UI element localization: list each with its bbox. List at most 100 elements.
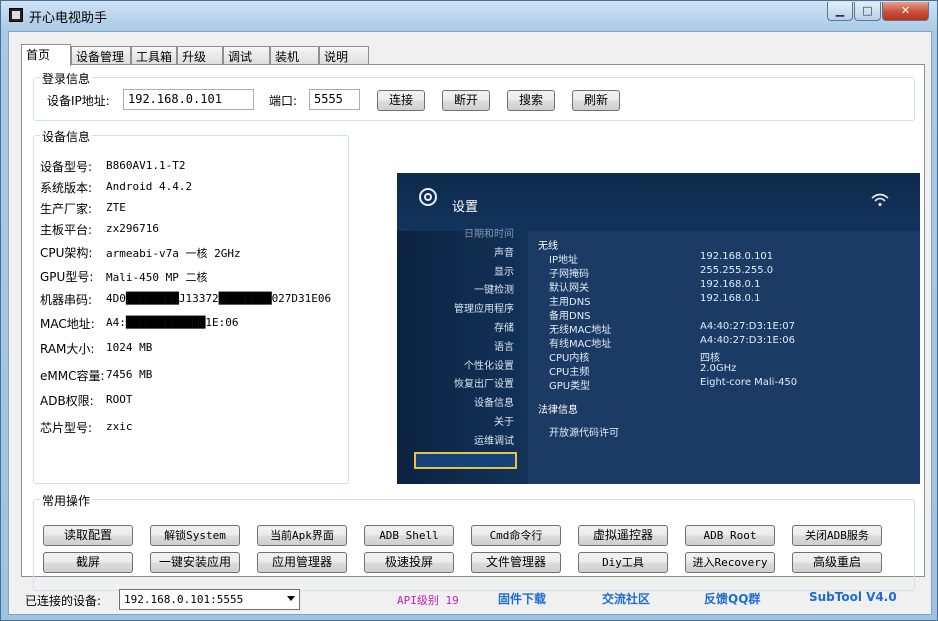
tv-info-value: 192.168.0.101 xyxy=(700,251,774,262)
tv-menu-item: 个性化设置 xyxy=(464,360,514,372)
tv-menu-item: 设备信息 xyxy=(474,398,514,410)
ip-input[interactable]: 192.168.0.101 xyxy=(123,89,254,110)
tv-info-key: 默认网关 xyxy=(549,283,589,294)
connected-label: 已连接的设备: xyxy=(25,594,102,608)
tab-toolbox[interactable]: 工具箱 xyxy=(131,46,177,65)
firmware-download-link[interactable]: 固件下载 xyxy=(498,590,546,607)
app-manager-button[interactable]: 应用管理器 xyxy=(257,552,347,573)
tv-info-value: 192.168.0.1 xyxy=(700,293,761,304)
tv-section-wireless: 无线 xyxy=(538,241,558,252)
tv-menu-item: 关于 xyxy=(494,417,514,428)
current-apk-button[interactable]: 当前Apk界面 xyxy=(257,525,347,546)
tv-open-source: 开放源代码许可 xyxy=(549,428,619,439)
device-info-value: Mali-450 MP 二核 xyxy=(106,271,208,284)
disconnect-button[interactable]: 断开 xyxy=(442,90,490,111)
tv-menu-item: 声音 xyxy=(494,247,514,259)
device-info-label: 生产厂家: xyxy=(40,202,93,216)
tv-info-key: GPU类型 xyxy=(549,381,591,392)
tab-help[interactable]: 说明 xyxy=(319,46,369,65)
tab-home[interactable]: 首页 xyxy=(21,44,71,66)
tv-info-panel: 无线 IP地址 192.168.0.101 子网掩码 255.255.255.0 默认网… xyxy=(528,231,920,484)
tv-menu-selection xyxy=(414,452,517,469)
tv-info-key: 主用DNS xyxy=(549,297,591,308)
community-link[interactable]: 交流社区 xyxy=(602,590,650,607)
device-info-label: 芯片型号: xyxy=(40,421,93,435)
file-manager-button[interactable]: 文件管理器 xyxy=(471,552,561,573)
virtual-remote-button[interactable]: 虚拟遥控器 xyxy=(578,525,668,546)
device-info-value: 7456 MB xyxy=(106,368,153,381)
device-info-title: 设备信息 xyxy=(40,128,93,145)
device-info-value: B860AV1.1-T2 xyxy=(106,159,186,172)
tv-menu-item: 存储 xyxy=(494,323,514,334)
unlock-system-button[interactable]: 解锁System xyxy=(150,525,240,546)
ip-label: 设备IP地址: xyxy=(47,94,110,108)
app-icon xyxy=(9,8,23,22)
device-info-label: RAM大小: xyxy=(40,342,95,356)
refresh-button[interactable]: 刷新 xyxy=(572,90,620,111)
tv-info-key: 子网掩码 xyxy=(549,269,589,280)
status-bar: 已连接的设备: 192.168.0.101:5555 API级别 19 固件下载… xyxy=(9,579,931,615)
connected-device-select[interactable]: 192.168.0.101:5555 xyxy=(119,589,300,610)
feedback-qq-link[interactable]: 反馈QQ群 xyxy=(704,590,760,607)
common-ops-title: 常用操作 xyxy=(40,492,93,509)
advanced-reboot-button[interactable]: 高级重启 xyxy=(792,552,882,573)
port-label: 端口: xyxy=(269,94,298,108)
tab-device-management[interactable]: 设备管理 xyxy=(71,46,131,65)
read-config-button[interactable]: 读取配置 xyxy=(43,525,133,546)
tab-debug[interactable]: 调试 xyxy=(223,46,270,65)
tv-title: 设置 xyxy=(452,200,479,215)
maximize-button[interactable]: □ xyxy=(854,2,881,21)
tv-menu: 日期和时间 声音 显示 一键检测 管理应用程序 存储 语言 个性化设置 恢复出厂设置 设备信息 关于… xyxy=(397,229,528,484)
client-area: 首页 设备管理 工具箱 升级 调试 装机 说明 登录信息 设备IP地址: 192… xyxy=(8,31,932,615)
tab-install[interactable]: 装机 xyxy=(270,46,319,65)
tab-upgrade[interactable]: 升级 xyxy=(177,46,223,65)
device-info-value: ROOT xyxy=(106,393,133,406)
version-label: SubTool V4.0 xyxy=(809,590,897,604)
search-button[interactable]: 搜索 xyxy=(507,90,555,111)
device-info-label: 系统版本: xyxy=(40,181,93,195)
minimize-button[interactable]: ▁ xyxy=(827,2,853,21)
device-info-label: 设备型号: xyxy=(40,160,93,174)
close-button[interactable]: ✕ xyxy=(882,2,929,21)
cmd-button[interactable]: Cmd命令行 xyxy=(471,525,561,546)
tv-info-key: CPU主频 xyxy=(549,367,590,378)
adb-shell-button[interactable]: ADB Shell xyxy=(364,525,454,546)
device-info-value: zxic xyxy=(106,420,133,433)
device-info-value: armeabi-v7a 一核 2GHz xyxy=(106,247,241,260)
login-group: 登录信息 设备IP地址: 192.168.0.101 端口: 5555 连接 断… xyxy=(33,70,915,121)
tv-menu-item: 语言 xyxy=(494,341,514,353)
device-info-value: ZTE xyxy=(106,201,126,214)
window-title: 开心电视助手 xyxy=(29,11,108,26)
device-info-value: 4D0████████J13372████████027D31E06 xyxy=(106,292,332,305)
tv-menu-item: 恢复出厂设置 xyxy=(454,379,514,391)
device-info-value: Android 4.4.2 xyxy=(106,180,193,193)
screenshot-button[interactable]: 截屏 xyxy=(43,552,133,573)
tv-info-key: 无线MAC地址 xyxy=(549,325,612,336)
fast-cast-button[interactable]: 极速投屏 xyxy=(364,552,454,573)
tv-info-value: A4:40:27:D3:1E:06 xyxy=(700,335,795,346)
diy-tools-button[interactable]: Diy工具 xyxy=(578,552,668,573)
tv-menu-item: 管理应用程序 xyxy=(454,304,514,316)
login-group-title: 登录信息 xyxy=(40,70,93,87)
title-bar[interactable]: 开心电视助手 ▁ □ ✕ xyxy=(1,1,937,29)
tv-info-key: CPU内核 xyxy=(549,353,590,364)
tv-menu-item: 一键检测 xyxy=(474,285,514,297)
device-info-label: eMMC容量: xyxy=(40,369,105,383)
connect-button[interactable]: 连接 xyxy=(377,90,425,111)
tv-menu-item: 运维调试 xyxy=(474,435,514,447)
tv-screenshot: 设置 日期和时间 声音 显示 一键检测 管理应用程序 存储 语言 个性化设置 恢复出厂设置 设备信… xyxy=(397,173,920,484)
tv-section-legal: 法律信息 xyxy=(538,405,578,416)
adb-root-button[interactable]: ADB Root xyxy=(685,525,775,546)
install-app-button[interactable]: 一键安装应用 xyxy=(150,552,240,573)
tv-info-value: A4:40:27:D3:1E:07 xyxy=(700,321,795,332)
tv-info-key: IP地址 xyxy=(549,255,578,266)
tv-info-key: 备用DNS xyxy=(549,311,591,322)
api-level: API级别 19 xyxy=(397,594,459,607)
wifi-icon xyxy=(871,193,889,207)
device-info-label: 机器串码: xyxy=(40,293,93,307)
tv-info-key: 有线MAC地址 xyxy=(549,339,612,350)
port-input[interactable]: 5555 xyxy=(309,89,360,110)
close-adb-button[interactable]: 关闭ADB服务 xyxy=(792,525,882,546)
tv-menu-item: 显示 xyxy=(494,266,514,278)
recovery-button[interactable]: 进入Recovery xyxy=(685,552,775,573)
